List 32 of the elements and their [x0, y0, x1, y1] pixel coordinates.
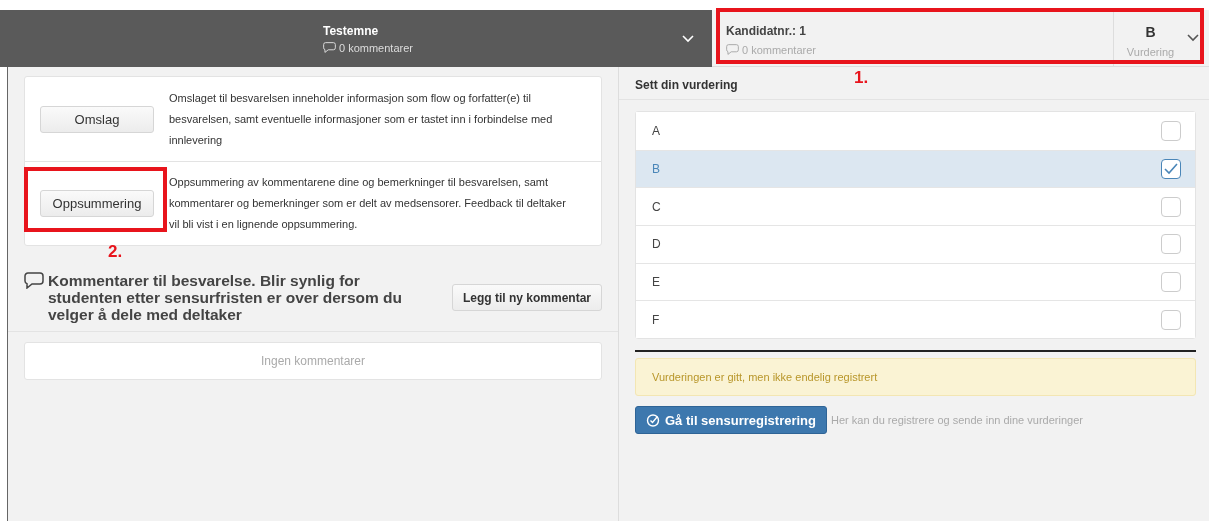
grade-checkbox[interactable] [1161, 272, 1181, 293]
register-hint: Her kan du registrere og sende inn dine vurderinger [831, 414, 1083, 427]
register-button[interactable]: Gå til sensurregistrering [635, 406, 827, 435]
grade-checkbox[interactable] [1161, 309, 1181, 330]
section-button[interactable]: Oppsummering [40, 190, 154, 217]
section-button[interactable]: Omslag [40, 105, 154, 133]
grade-label: Vurdering [1126, 46, 1175, 58]
comment-icon [726, 44, 739, 56]
comment-icon [323, 41, 336, 53]
section-description: Oppsummering av kommentarene dine og bemerkninger til besvarelsen, samt kommentarer og bemerkninger som er delt av medsensorer. Feedback til deltaker vil bli vist i en lignende oppsummering. [169, 175, 567, 232]
grade-value: B [1145, 24, 1156, 40]
subject-header[interactable]: Testemne 0 kommentarer [0, 10, 712, 67]
add-comment-button[interactable]: Legg til ny kommentar [451, 284, 602, 311]
comments-heading: Kommentarer til besvarelse. Blir synlig for studenten etter sensurfristen er over dersom du velger å dele med deltaker [48, 272, 403, 323]
status-notice: Vurderingen er gitt, men ikke endelig registrert [635, 358, 1196, 397]
empty-comments: Ingen kommentarer [24, 342, 602, 380]
comment-count: 0 kommentarer [339, 41, 413, 54]
annotation-label: 2. [108, 242, 123, 262]
check-icon [1164, 163, 1178, 176]
grade-checkbox[interactable] [1161, 120, 1181, 141]
chevron-down-icon[interactable] [1187, 34, 1199, 42]
grade-checkbox[interactable] [1161, 159, 1181, 180]
grade-checkbox[interactable] [1161, 196, 1181, 217]
annotation-label: 1. [854, 68, 869, 88]
comment-count: 0 kommentarer [742, 44, 816, 56]
candidate-number: Kandidatnr.: 1 [726, 24, 807, 38]
grade-option[interactable]: F [636, 300, 1195, 339]
comment-icon [24, 272, 44, 289]
grade-checkbox[interactable] [1161, 234, 1181, 255]
check-circle-icon [646, 413, 660, 428]
subject-title: Testemne [323, 23, 380, 38]
section-description: Omslaget til besvarelsen inneholder informasjon som flow og forfatter(e) til besvarelsen, samt eventuelle informasjoner som er tastet inn i forbindelse med innlevering [169, 90, 554, 148]
